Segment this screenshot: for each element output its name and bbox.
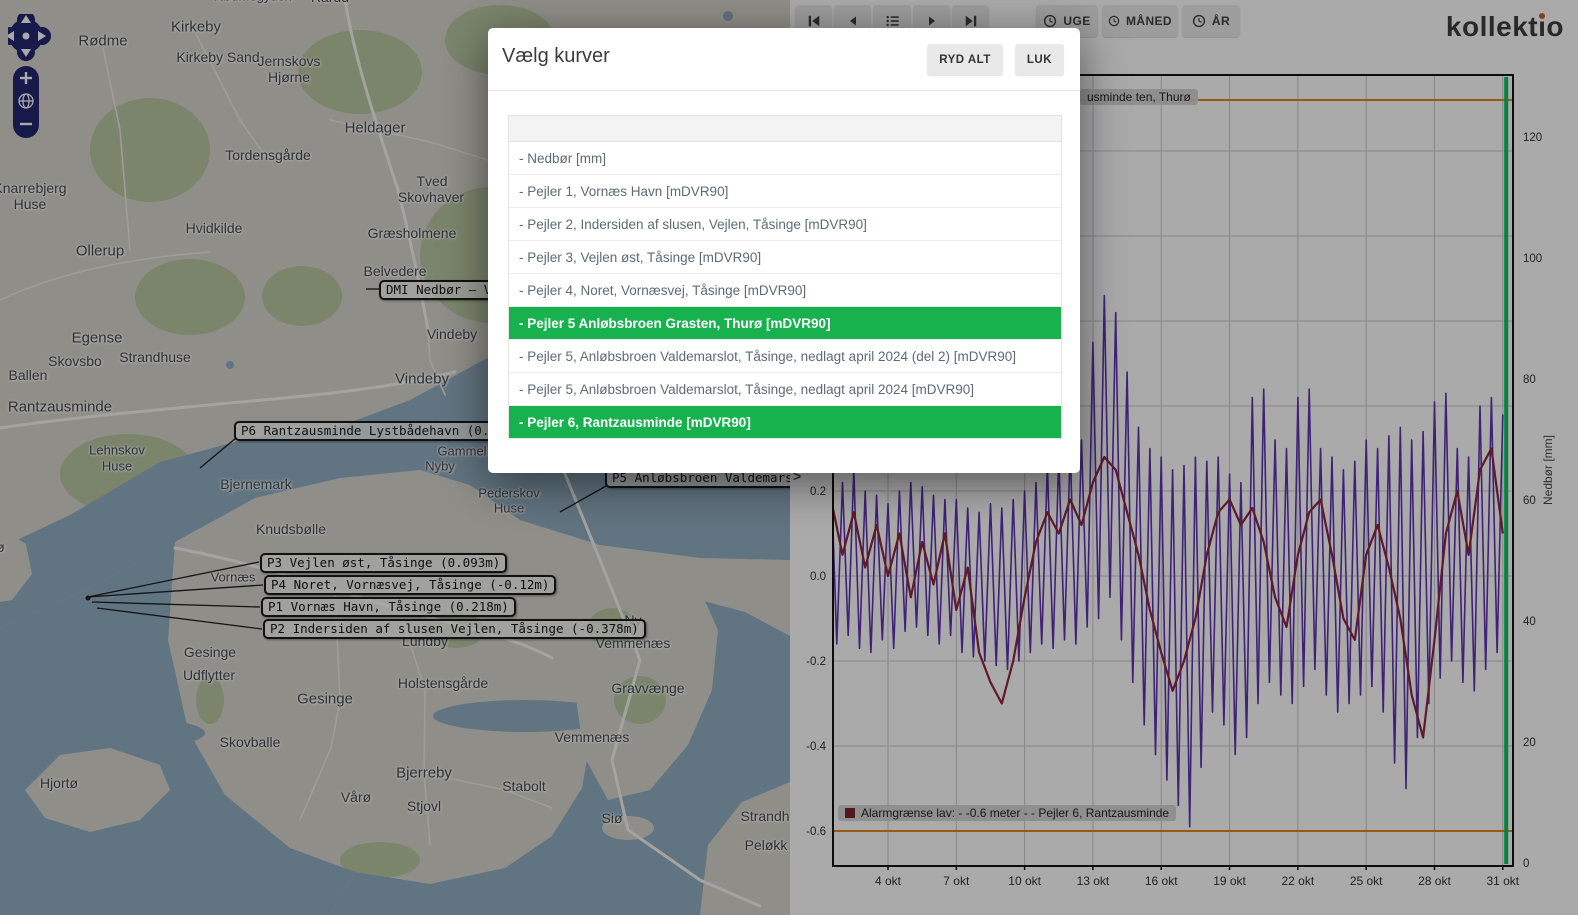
curve-list-item[interactable]: - Pejler 5, Anløbsbroen Valdemarslot, Tå… [509,373,1061,406]
app-root: RødmegydenRårudKirkebyRødmeKirkeby SandJ… [0,0,1578,915]
curve-list-item[interactable]: - Pejler 2, Indersiden af slusen, Vejlen… [509,208,1061,241]
modal-header: Vælg kurver RYD ALT LUK [488,28,1080,91]
curve-list-header [509,116,1061,142]
curve-list-item[interactable]: - Pejler 6, Rantzausminde [mDVR90] [509,406,1061,438]
curve-list-item[interactable]: - Pejler 1, Vornæs Havn [mDVR90] [509,175,1061,208]
close-button[interactable]: LUK [1015,44,1064,75]
modal-title: Vælg kurver [502,45,610,68]
curve-list: - Nedbør [mm]- Pejler 1, Vornæs Havn [mD… [508,115,1062,439]
clear-all-button[interactable]: RYD ALT [927,44,1003,75]
curve-list-item[interactable]: - Nedbør [mm] [509,142,1061,175]
curve-list-item[interactable]: - Pejler 5 Anløbsbroen Grasten, Thurø [m… [509,307,1061,340]
curve-select-modal: Vælg kurver RYD ALT LUK - Nedbør [mm]- P… [488,28,1080,473]
curve-list-item[interactable]: - Pejler 4, Noret, Vornæsvej, Tåsinge [m… [509,274,1061,307]
curve-list-item[interactable]: - Pejler 3, Vejlen øst, Tåsinge [mDVR90] [509,241,1061,274]
curve-list-item[interactable]: - Pejler 5, Anløbsbroen Valdemarslot, Tå… [509,340,1061,373]
